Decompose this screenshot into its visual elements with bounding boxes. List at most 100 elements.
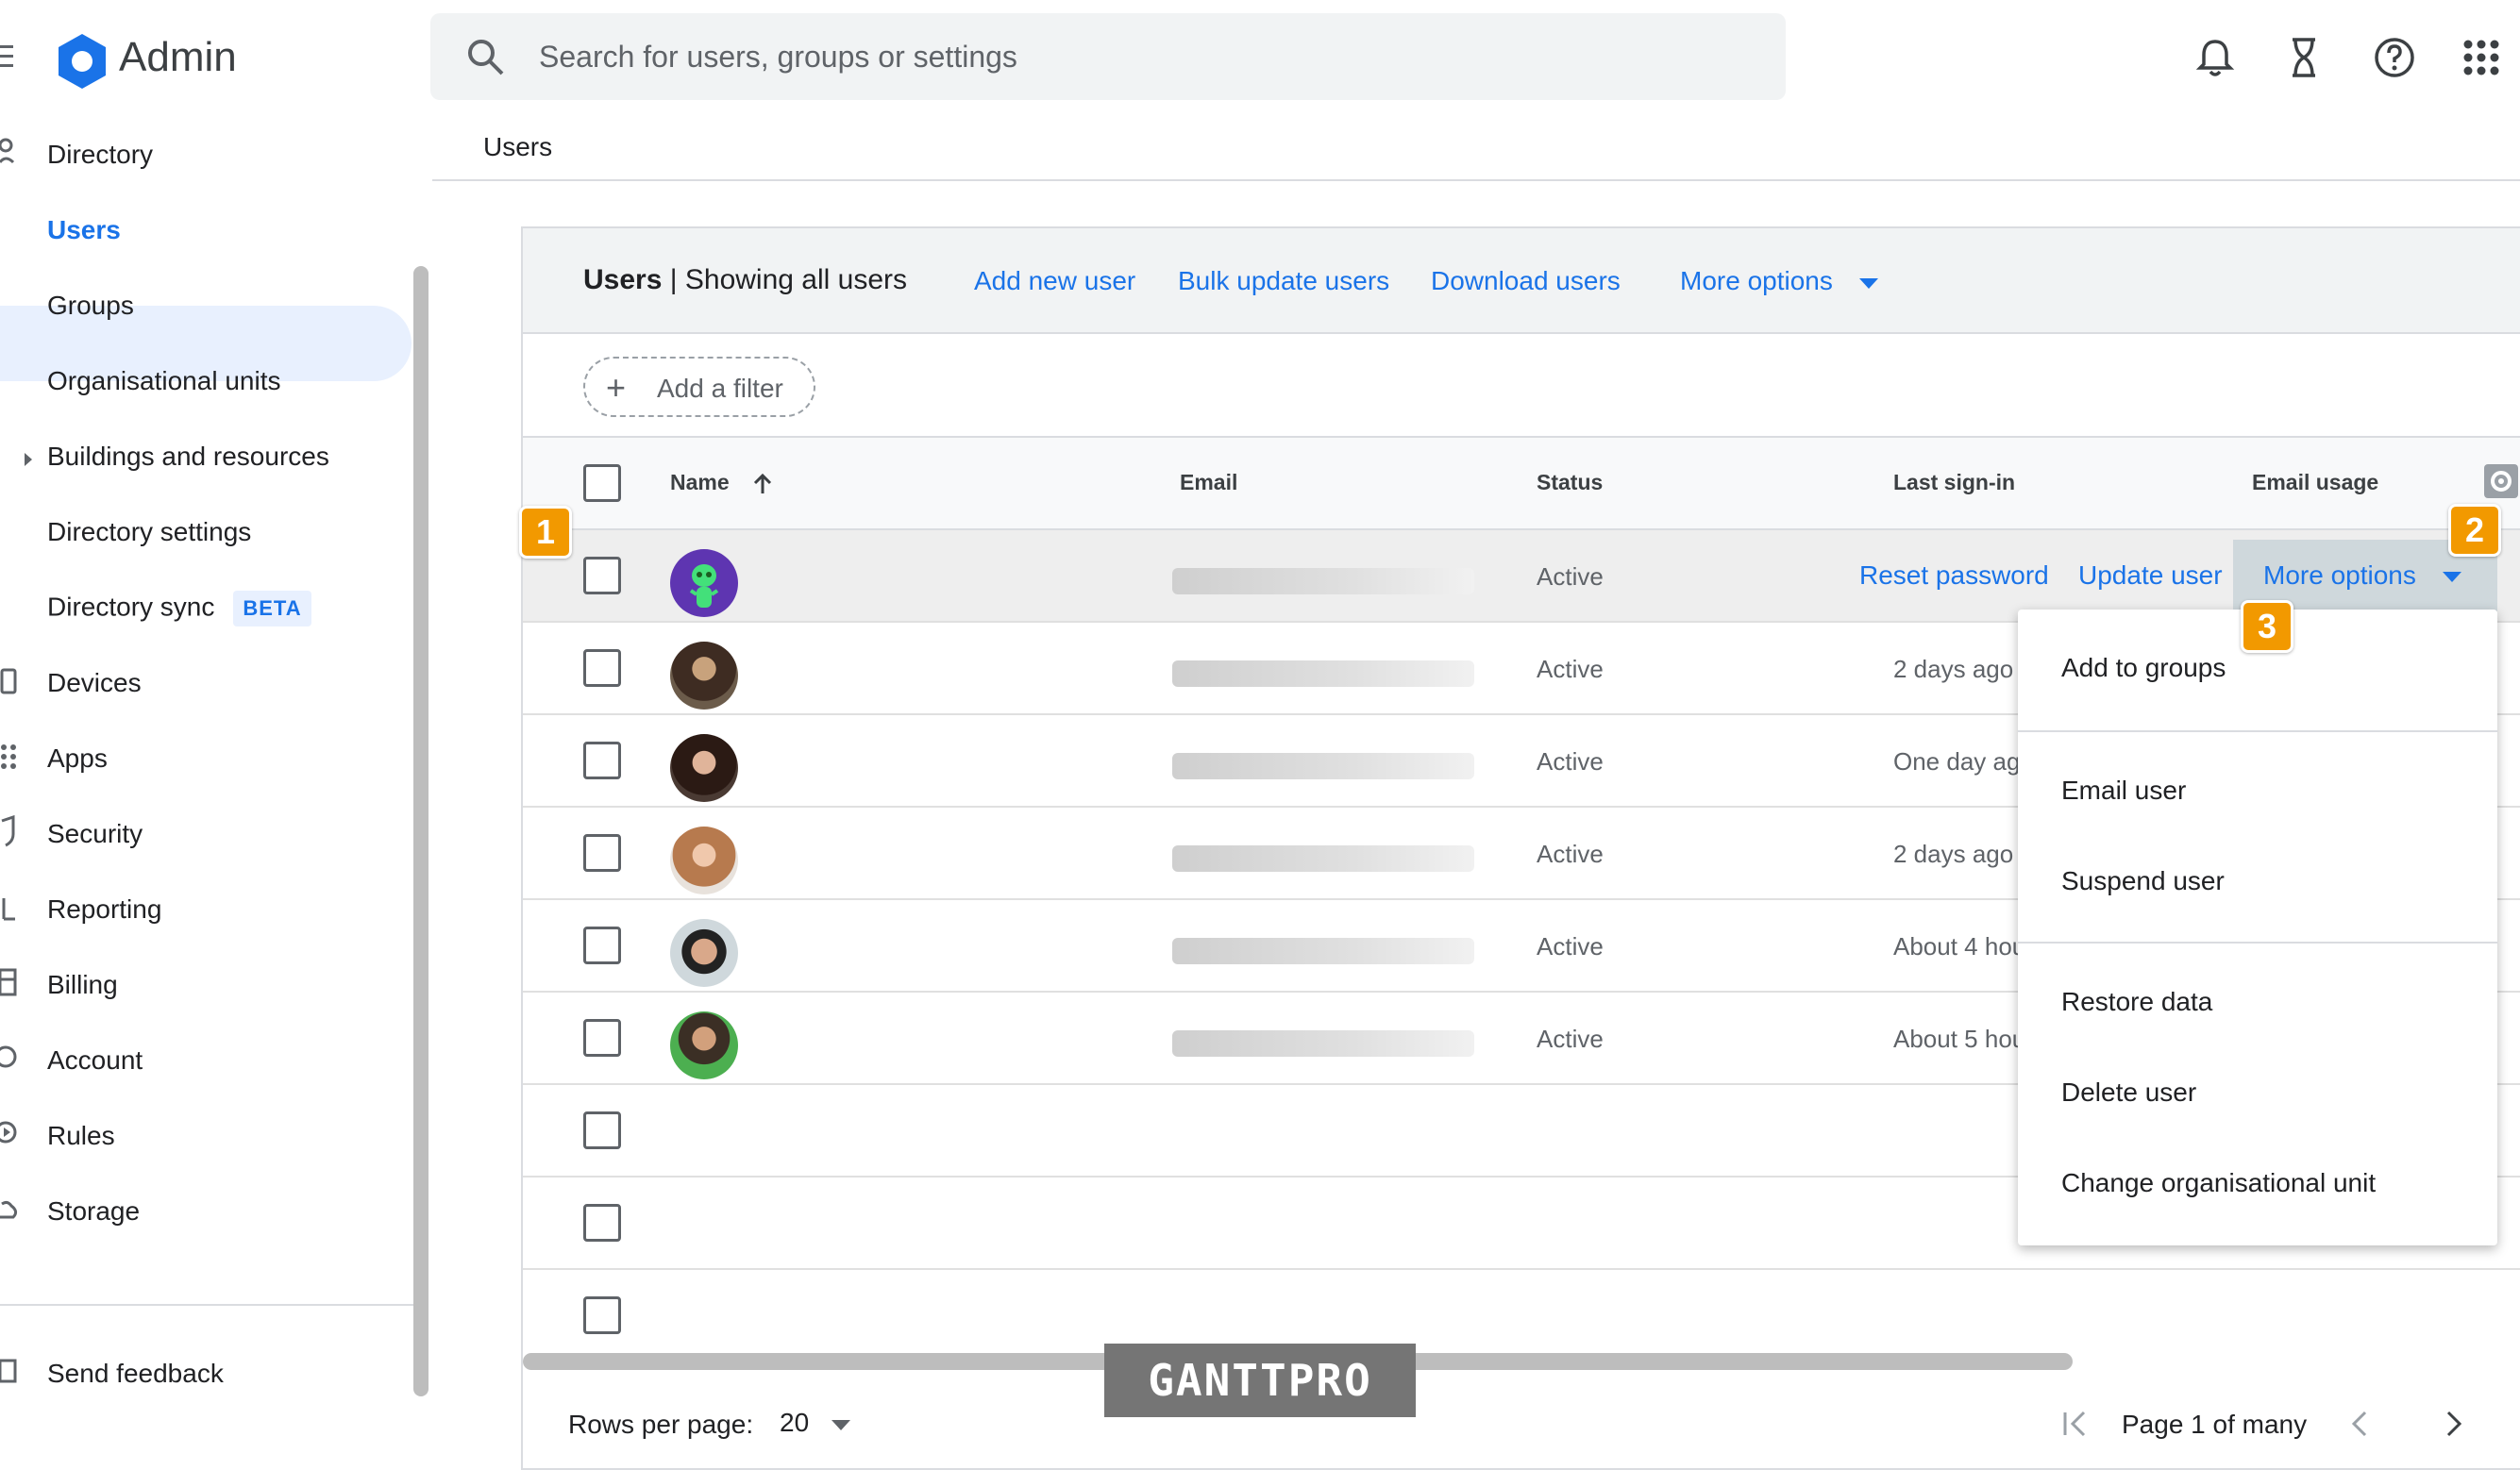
- column-settings-gear-icon[interactable]: [2484, 464, 2518, 498]
- table-row[interactable]: [523, 1270, 2520, 1362]
- step-badge-2: 2: [2448, 504, 2501, 557]
- breadcrumb-divider: [432, 179, 2520, 181]
- update-user-button[interactable]: Update user: [2078, 560, 2223, 591]
- sort-arrow-up-icon[interactable]: [752, 473, 773, 495]
- beta-badge: BETA: [233, 591, 311, 626]
- sidebar-item-organisational-units[interactable]: Organisational units: [47, 366, 280, 396]
- apps-grid-icon[interactable]: [2458, 34, 2505, 81]
- row-checkbox[interactable]: [583, 1296, 621, 1334]
- rows-per-page-select[interactable]: 20: [780, 1408, 850, 1438]
- status-text: Active: [1537, 747, 1604, 776]
- avatar[interactable]: [670, 642, 738, 710]
- menu-item-email-user[interactable]: Email user: [2061, 776, 2186, 806]
- top-bar: Admin Search for users, groups or settin…: [0, 0, 2520, 113]
- expand-arrow-icon[interactable]: [23, 451, 34, 468]
- status-text: Active: [1537, 1025, 1604, 1053]
- row-checkbox[interactable]: [583, 1204, 621, 1242]
- bar-chart-icon: [2, 898, 15, 921]
- search-bar[interactable]: Search for users, groups or settings: [430, 13, 1786, 100]
- column-email[interactable]: Email: [1180, 470, 1237, 495]
- email-redacted: [1172, 938, 1474, 964]
- avatar[interactable]: [670, 734, 738, 802]
- sidebar-item-billing[interactable]: Billing: [47, 970, 118, 1000]
- status-text: Active: [1537, 932, 1604, 961]
- apps-icon: [1, 744, 16, 769]
- menu-divider: [2018, 942, 2497, 944]
- feedback-icon: [0, 1359, 17, 1383]
- row-checkbox[interactable]: [583, 742, 621, 779]
- next-page-icon[interactable]: [2443, 1410, 2465, 1438]
- avatar[interactable]: [670, 1011, 738, 1079]
- step-badge-1: 1: [519, 506, 572, 559]
- add-filter-button[interactable]: + Add a filter: [583, 357, 815, 417]
- billing-icon: [0, 968, 17, 996]
- menu-item-add-to-groups[interactable]: Add to groups: [2061, 653, 2226, 683]
- status-text: Active: [1537, 562, 1604, 591]
- more-options-menu: Add to groups Email user Suspend user Re…: [2018, 610, 2497, 1245]
- sidebar-item-security[interactable]: Security: [47, 819, 143, 849]
- device-icon: [0, 668, 17, 694]
- add-new-user-button[interactable]: Add new user: [974, 266, 1135, 296]
- sidebar-item-devices[interactable]: Devices: [47, 668, 142, 698]
- last-sign-in-text: 2 days ago: [1893, 655, 2014, 683]
- breadcrumb[interactable]: Users: [483, 132, 552, 162]
- avatar[interactable]: [670, 549, 738, 617]
- column-status[interactable]: Status: [1537, 470, 1603, 495]
- menu-item-change-organisational-unit[interactable]: Change organisational unit: [2061, 1168, 2376, 1198]
- first-page-icon[interactable]: [2061, 1410, 2092, 1438]
- row-checkbox[interactable]: [583, 1019, 621, 1057]
- avatar[interactable]: [670, 827, 738, 894]
- sidebar-item-account[interactable]: Account: [47, 1045, 143, 1076]
- filter-row: + Add a filter: [523, 334, 2520, 438]
- sidebar-item-groups[interactable]: Groups: [47, 291, 134, 321]
- column-last-sign-in[interactable]: Last sign-in: [1893, 470, 2015, 495]
- previous-page-icon[interactable]: [2348, 1410, 2371, 1438]
- sidebar-item-buildings-and-resources[interactable]: Buildings and resources: [47, 442, 329, 472]
- menu-icon[interactable]: [0, 45, 13, 68]
- row-checkbox[interactable]: [583, 557, 621, 594]
- sidebar-item-storage[interactable]: Storage: [47, 1196, 140, 1227]
- app-name[interactable]: Admin: [119, 34, 237, 81]
- sidebar-item-users[interactable]: Users: [47, 215, 121, 245]
- row-checkbox[interactable]: [583, 649, 621, 687]
- sidebar-scrollbar[interactable]: [413, 266, 428, 1396]
- alien-avatar-icon: [689, 564, 719, 608]
- row-checkbox[interactable]: [583, 1111, 621, 1149]
- hourglass-icon[interactable]: [2280, 34, 2327, 81]
- caret-down-icon: [831, 1420, 850, 1430]
- last-sign-in-text: One day ago: [1893, 747, 2022, 776]
- add-filter-label: Add a filter: [657, 374, 783, 403]
- menu-item-restore-data[interactable]: Restore data: [2061, 987, 2212, 1017]
- reset-password-button[interactable]: Reset password: [1859, 560, 2049, 591]
- column-name[interactable]: Name: [670, 470, 773, 495]
- help-icon[interactable]: [2371, 34, 2418, 81]
- card-header: Users | Showing all users Add new user B…: [523, 228, 2520, 334]
- row-checkbox[interactable]: [583, 834, 621, 872]
- sidebar-item-directory-settings[interactable]: Directory settings: [47, 517, 251, 547]
- sidebar-item-rules[interactable]: Rules: [47, 1121, 115, 1151]
- last-sign-in-text: About 4 hours ago: [1893, 932, 2022, 961]
- bulk-update-users-button[interactable]: Bulk update users: [1178, 266, 1389, 296]
- bell-icon[interactable]: [2192, 34, 2239, 81]
- menu-item-delete-user[interactable]: Delete user: [2061, 1077, 2196, 1108]
- email-redacted: [1172, 845, 1474, 872]
- select-all-checkbox[interactable]: [583, 464, 621, 502]
- menu-item-suspend-user[interactable]: Suspend user: [2061, 866, 2225, 896]
- card-title: Users | Showing all users: [583, 264, 907, 295]
- row-checkbox[interactable]: [583, 927, 621, 964]
- status-text: Active: [1537, 655, 1604, 683]
- search-input[interactable]: Search for users, groups or settings: [539, 40, 1017, 75]
- email-redacted: [1172, 660, 1474, 687]
- sidebar-item-directory-sync[interactable]: Directory sync BETA: [47, 591, 311, 626]
- column-email-usage[interactable]: Email usage: [2252, 470, 2378, 495]
- sidebar-item-apps[interactable]: Apps: [47, 743, 108, 774]
- sidebar-item-reporting[interactable]: Reporting: [47, 894, 161, 925]
- email-redacted: [1172, 1030, 1474, 1057]
- person-icon: [0, 138, 15, 164]
- last-sign-in-text: About 5 hours ago: [1893, 1025, 2022, 1053]
- send-feedback-link[interactable]: Send feedback: [47, 1359, 224, 1389]
- more-options-button[interactable]: More options: [1680, 266, 1878, 296]
- avatar[interactable]: [670, 919, 738, 987]
- download-users-button[interactable]: Download users: [1431, 266, 1621, 296]
- sidebar-item-directory[interactable]: Directory: [47, 140, 153, 170]
